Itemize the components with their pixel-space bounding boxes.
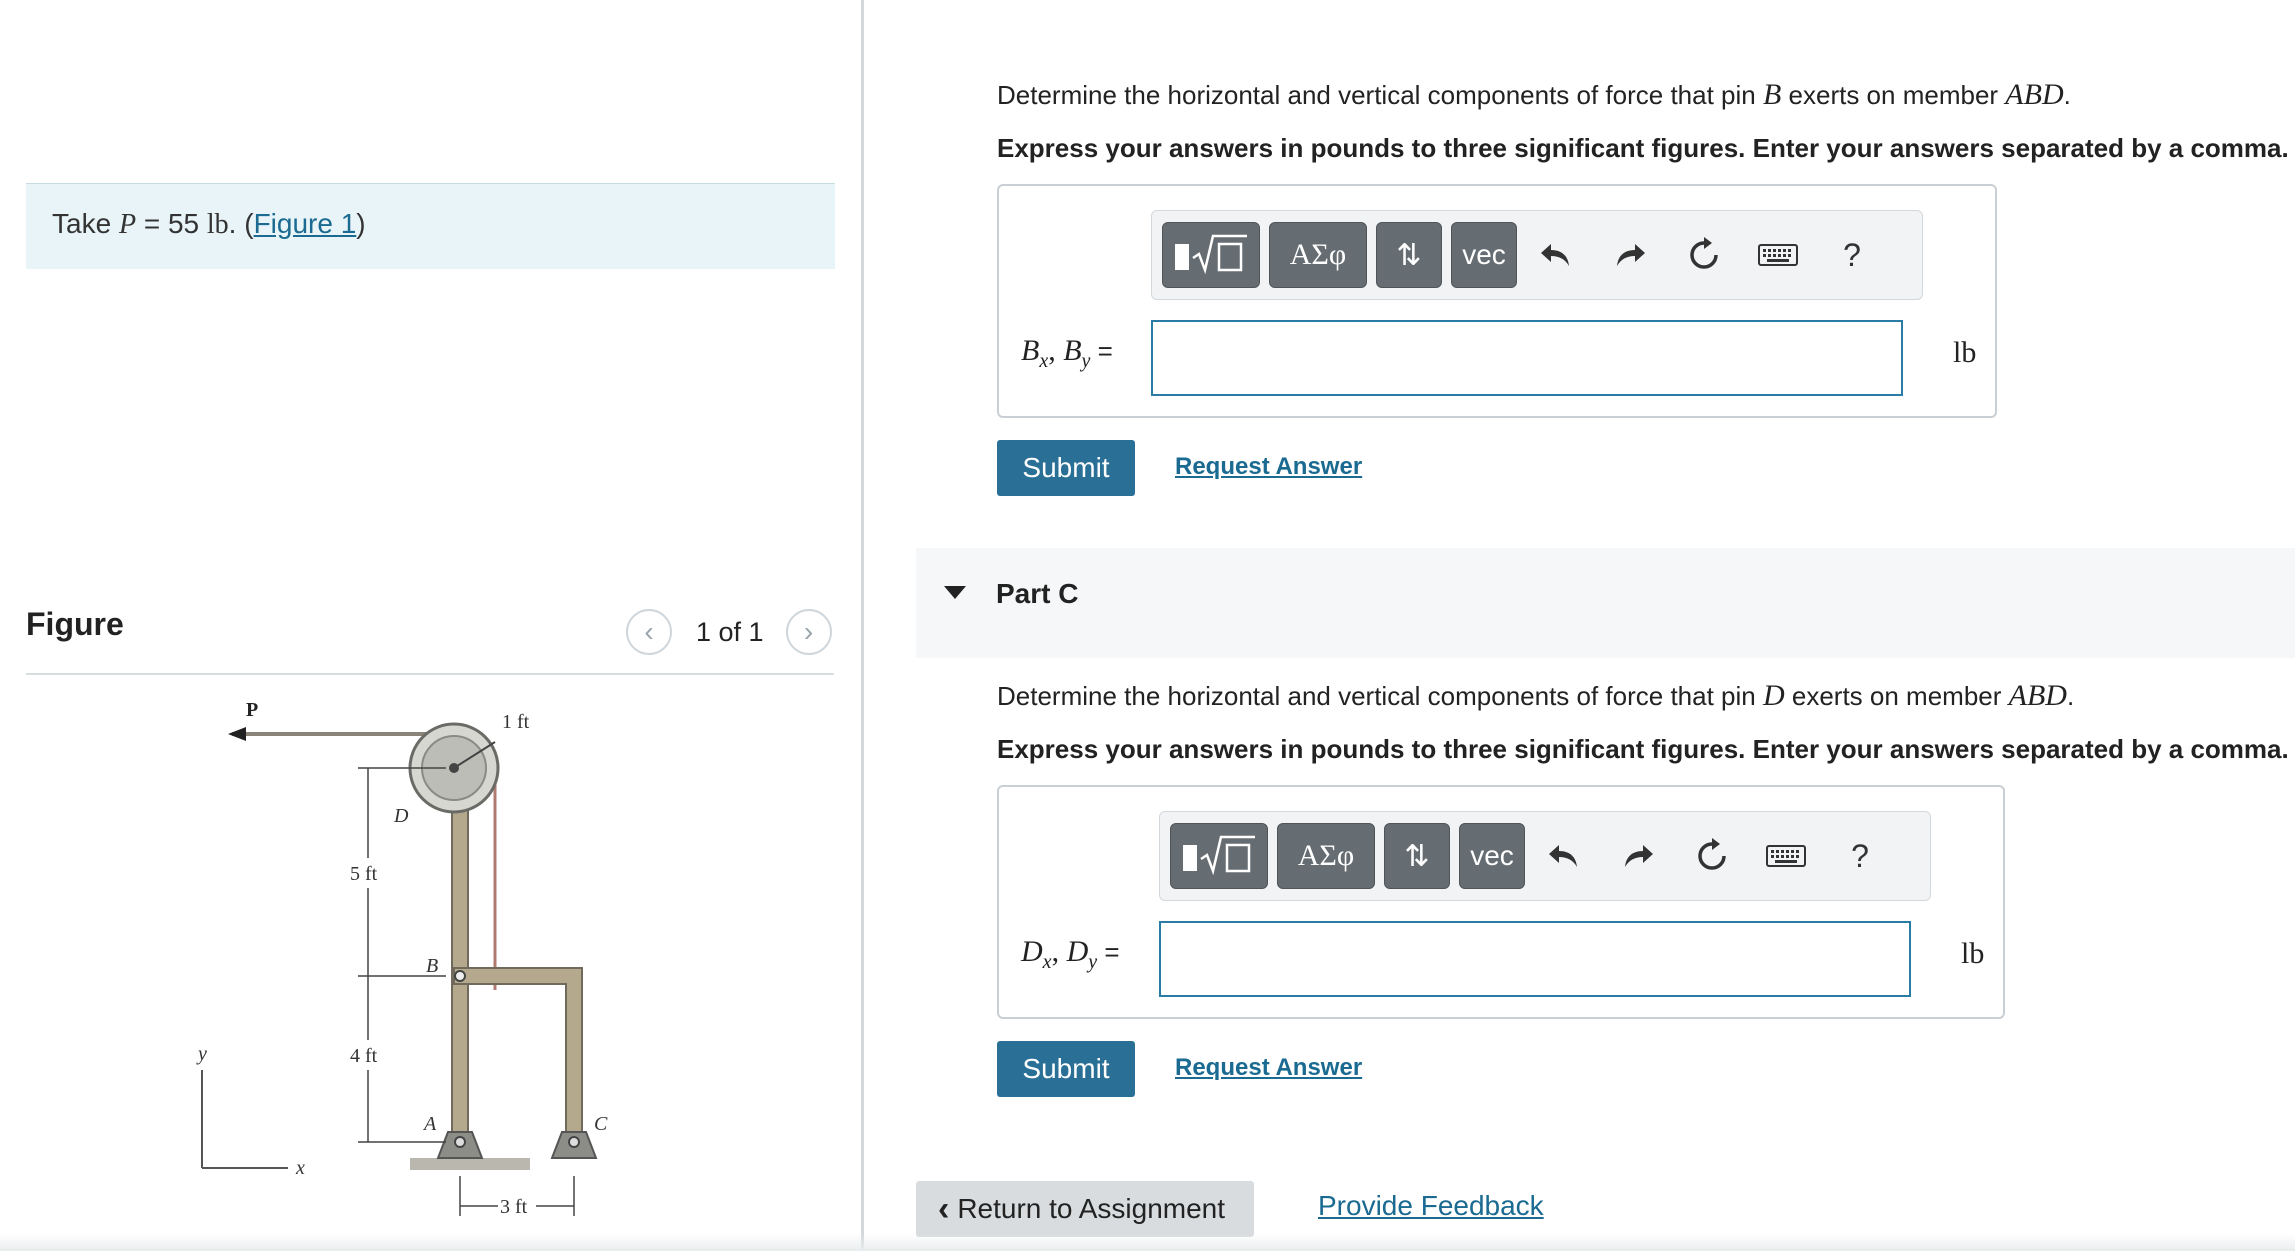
provide-feedback-link[interactable]: Provide Feedback [1318,1190,1544,1222]
chevron-left-icon[interactable]: ‹ [626,609,672,655]
part-c-answer-input[interactable] [1159,921,1911,997]
vector-button[interactable]: vec [1451,222,1517,288]
a-label: A [422,1113,437,1135]
keyboard-icon[interactable] [1748,222,1808,288]
part-c-submit-button[interactable]: Submit [997,1041,1135,1097]
part-b-instruction: Express your answers in pounds to three … [997,133,2289,163]
left-panel: Take P = 55 lb. (Figure 1) Figure ‹ 1 of… [0,0,862,1251]
p-label: P [246,699,258,721]
redo-icon[interactable] [1600,222,1660,288]
part-c-answer-box: ΑΣφ ⇅ vec ? Dx, Dy = lb [997,785,2005,1019]
c-label: C [594,1113,608,1135]
return-to-assignment-button[interactable]: ‹ Return to Assignment [916,1181,1254,1237]
return-label: Return to Assignment [957,1193,1226,1224]
pin-d-var: D [1762,679,1785,712]
p-value: = 55 [136,208,207,239]
math-toolbar-c: ΑΣφ ⇅ vec ? [1159,811,1931,901]
four-ft-label: 4 ft [350,1045,378,1067]
reset-icon[interactable] [1682,823,1742,889]
reset-icon[interactable] [1674,222,1734,288]
figure-divider [26,673,834,675]
undo-icon[interactable] [1526,222,1586,288]
part-b-answer-input[interactable] [1151,320,1903,396]
bx-by-label: Bx, By = [1021,334,1113,372]
three-ft-label: 3 ft [500,1196,528,1218]
pin-b [454,970,466,982]
part-c-question: Determine the horizontal and vertical co… [997,679,2075,712]
b-label: B [426,955,438,977]
member-var-c: ABD [2008,679,2067,712]
chevron-right-icon[interactable]: › [785,609,832,655]
math-toolbar: ΑΣφ ⇅ vec ? [1151,210,1923,300]
greek-symbols-button[interactable]: ΑΣφ [1269,222,1367,288]
force-arrow [228,727,246,741]
help-button[interactable]: ? [1830,823,1890,889]
collapse-arrow-icon[interactable] [944,586,966,599]
subscript-superscript-button[interactable]: ⇅ [1376,222,1442,288]
pin-c [568,1136,580,1148]
take-close: ) [356,208,366,239]
p-variable: P [118,209,137,240]
bottom-shadow [0,1234,2295,1251]
figure-heading: Figure [26,606,124,642]
take-paren: . ( [228,208,254,239]
part-c-header[interactable]: Part C [916,548,2295,658]
part-b-answer-box: ΑΣφ ⇅ vec ? Bx, By = lb [997,184,1997,418]
undo-icon[interactable] [1534,823,1594,889]
part-c-unit: lb [1961,937,1985,970]
one-ft-label: 1 ft [502,711,530,733]
pin-a [454,1136,466,1148]
keyboard-icon[interactable] [1756,823,1816,889]
member-bc [453,967,583,1146]
part-b-question: Determine the horizontal and vertical co… [997,78,2071,111]
dx-dy-label: Dx, Dy = [1021,935,1120,973]
take-text: Take [52,208,119,239]
five-ft-label: 5 ft [350,863,378,885]
x-label: x [295,1157,305,1179]
figure-pager: ‹ 1 of 1 › [626,608,832,656]
part-b-unit: lb [1953,336,1977,369]
member-var: ABD [2005,78,2064,111]
help-button[interactable]: ? [1822,222,1882,288]
part-c-instruction: Express your answers in pounds to three … [997,734,2289,764]
chevron-left-icon: ‹ [938,1189,950,1228]
part-c-request-answer-link[interactable]: Request Answer [1175,1054,1362,1082]
subscript-superscript-button[interactable]: ⇅ [1384,823,1450,889]
vector-button[interactable]: vec [1459,823,1525,889]
member-abd [451,759,469,1156]
pin-b-var: B [1762,78,1782,111]
y-label: y [196,1043,207,1065]
problem-statement: Take P = 55 lb. (Figure 1) [26,183,835,269]
p-unit: lb [206,209,229,240]
fraction-radical-template-icon[interactable] [1162,222,1260,288]
greek-symbols-button[interactable]: ΑΣφ [1277,823,1375,889]
part-c-title: Part C [996,578,1079,609]
part-b-request-answer-link[interactable]: Request Answer [1175,453,1362,481]
part-b-submit-button[interactable]: Submit [997,440,1135,496]
redo-icon[interactable] [1608,823,1668,889]
figure-1-link[interactable]: Figure 1 [254,208,357,239]
fraction-radical-template-icon[interactable] [1170,823,1268,889]
figure-count: 1 of 1 [696,616,764,647]
frame-figure: y x P 1 ft D B A C 5 ft 4 ft 3 ft [196,699,608,1218]
ground [410,1158,530,1170]
right-panel: Determine the horizontal and vertical co… [864,0,2295,1251]
d-label: D [393,805,409,827]
